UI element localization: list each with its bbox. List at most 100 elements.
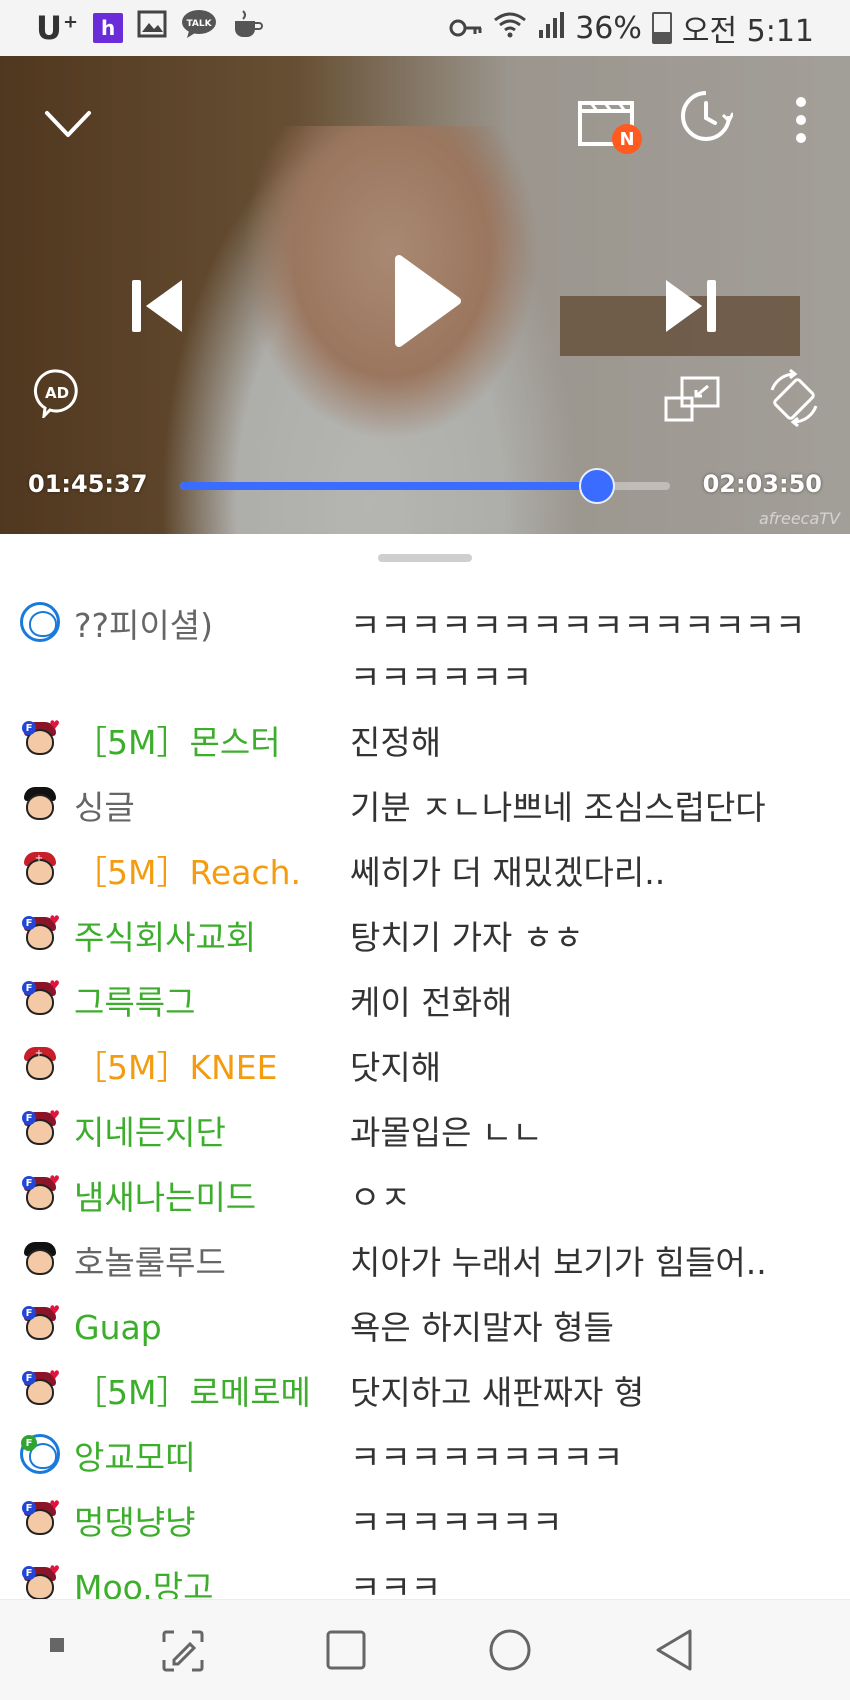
home-icon[interactable] (488, 1628, 532, 1672)
carrier-plus: + (62, 11, 80, 33)
clock-history-icon[interactable] (676, 86, 736, 146)
seek-progress (180, 482, 598, 490)
skip-previous-icon[interactable] (128, 266, 188, 346)
clapperboard-icon[interactable]: N (574, 92, 642, 154)
chat-nickname[interactable]: ［5M］로메로메 (74, 1367, 350, 1419)
total-time: 02:03:50 (702, 470, 822, 498)
chat-message[interactable]: F ♥ ［5M］로메로메 닷지하고 새판짜자 형 (0, 1367, 850, 1419)
chat-list[interactable]: ??피이셜) ㅋㅋㅋㅋㅋㅋㅋㅋㅋㅋㅋㅋㅋㅋㅋㅋㅋㅋㅋㅋㅋ F ♥ ［5M］몬스터 진정해 싱… (0, 600, 850, 1627)
picture-in-picture-icon[interactable] (664, 374, 720, 424)
chat-message-text: 탕치기 가자 ㅎㅎ (350, 918, 584, 957)
watermark-logo: afreecaTV (758, 509, 840, 528)
chat-message-text: 닷지해 (350, 1048, 442, 1087)
current-time: 01:45:37 (28, 470, 148, 498)
chat-nickname[interactable]: ??피이셜) (74, 600, 350, 652)
skip-next-icon[interactable] (660, 266, 720, 346)
capture-edit-icon[interactable] (160, 1628, 206, 1674)
chat-message-text: 욕은 하지말자 형들 (350, 1308, 614, 1347)
chat-nickname[interactable]: 멍댕냥냥 (74, 1497, 350, 1549)
chat-message[interactable]: F ♥ 멍댕냥냥 ㅋㅋㅋㅋㅋㅋㅋ (0, 1497, 850, 1549)
heart-icon: ♥ (49, 1498, 60, 1512)
fan-avatar-icon[interactable]: F ♥ (20, 914, 60, 954)
drag-handle[interactable] (378, 554, 472, 562)
screen-rotate-icon[interactable] (764, 368, 824, 428)
chevron-down-icon[interactable] (40, 96, 96, 152)
fan-avatar-icon[interactable]: F ♥ (20, 1499, 60, 1539)
wifi-icon (493, 10, 527, 46)
gallery-icon (137, 10, 167, 46)
heart-icon: ♥ (49, 1173, 60, 1187)
fan-badge-icon: F (22, 1566, 36, 1580)
heart-icon: ♥ (49, 1368, 60, 1382)
clock: 오전 5:11 (681, 14, 814, 49)
chat-message-text: 기분 ㅈㄴ나쁘네 조심스럽단다 (350, 788, 766, 827)
chat-nickname[interactable]: ［5M］KNEE (74, 1042, 350, 1094)
chat-message[interactable]: F 앙교모띠 ㅋㅋㅋㅋㅋㅋㅋㅋㅋ (0, 1432, 850, 1484)
fan-avatar-icon[interactable]: F ♥ (20, 1369, 60, 1409)
chat-message[interactable]: 싱글 기분 ㅈㄴ나쁘네 조심스럽단다 (0, 782, 850, 834)
dot-icon[interactable] (50, 1638, 64, 1652)
chat-message[interactable]: ??피이셜) ㅋㅋㅋㅋㅋㅋㅋㅋㅋㅋㅋㅋㅋㅋㅋㅋㅋㅋㅋㅋㅋ (0, 600, 850, 704)
avatar-face (26, 794, 54, 820)
fan-badge-icon: F (22, 721, 36, 735)
more-vertical-icon[interactable] (786, 90, 816, 150)
chat-nickname[interactable]: 주식회사교회 (74, 912, 350, 964)
fan-panda-avatar-icon[interactable]: F (20, 1434, 60, 1474)
heart-icon: ♥ (49, 718, 60, 732)
chat-nickname[interactable]: 앙교모띠 (74, 1432, 350, 1484)
battery-percent: 36% (575, 10, 642, 46)
chat-message[interactable]: F ♥ 냄새나는미드 ㅇㅈ (0, 1172, 850, 1224)
chat-message[interactable]: F ♥ 지네든지단 과몰입은 ㄴㄴ (0, 1107, 850, 1159)
chat-message[interactable]: F ♥ 주식회사교회 탕치기 가자 ㅎㅎ (0, 912, 850, 964)
chat-nickname[interactable]: 지네든지단 (74, 1107, 350, 1159)
chat-message[interactable]: + ［5M］KNEE 닷지해 (0, 1042, 850, 1094)
fan-badge-icon: F (21, 1435, 37, 1451)
fan-avatar-icon[interactable]: F ♥ (20, 1304, 60, 1344)
chat-nickname[interactable]: 호놀룰루드 (74, 1237, 350, 1289)
chat-message-text: ㅋㅋㅋㅋㅋㅋㅋ (350, 1503, 563, 1542)
chat-message[interactable]: + ［5M］Reach. 쎄히가 더 재밌겠다리.. (0, 847, 850, 899)
navigation-bar (0, 1599, 850, 1700)
play-icon[interactable] (388, 246, 468, 356)
panda-avatar-icon[interactable] (20, 602, 60, 642)
chat-message[interactable]: F ♥ 그륵륵그 케이 전화해 (0, 977, 850, 1029)
signal-icon (537, 10, 565, 46)
chat-message[interactable]: 호놀룰루드 치아가 누래서 보기가 힘들어.. (0, 1237, 850, 1289)
fan-badge-icon: F (22, 981, 36, 995)
chat-nickname[interactable]: 냄새나는미드 (74, 1172, 350, 1224)
subscriber-badge-icon: + (34, 1047, 44, 1059)
ad-label: AD (45, 384, 69, 402)
fan-badge-icon: F (22, 916, 36, 930)
fan-avatar-icon[interactable]: F ♥ (20, 1174, 60, 1214)
video-player[interactable]: N AD 01:45:37 02:03:50 afreecaTV (0, 56, 850, 534)
chat-nickname[interactable]: ［5M］Reach. (74, 847, 350, 899)
fan-avatar-icon[interactable]: F ♥ (20, 1109, 60, 1149)
svg-text:TALK: TALK (187, 19, 213, 29)
recents-icon[interactable] (326, 1630, 366, 1670)
chat-nickname[interactable]: Guap (74, 1302, 350, 1354)
subscriber-avatar-icon[interactable]: + (20, 849, 60, 889)
fan-badge-icon: F (22, 1501, 36, 1515)
seek-bar[interactable] (180, 468, 670, 504)
chat-nickname[interactable]: ［5M］몬스터 (74, 717, 350, 769)
chat-message[interactable]: F ♥ ［5M］몬스터 진정해 (0, 717, 850, 769)
chat-message[interactable]: F ♥ Guap 욕은 하지말자 형들 (0, 1302, 850, 1354)
fan-badge-icon: F (22, 1111, 36, 1125)
ad-icon[interactable]: AD (32, 368, 82, 418)
cup-icon (231, 9, 264, 47)
chat-nickname[interactable]: 그륵륵그 (74, 977, 350, 1029)
chat-message-text: 쎄히가 더 재밌겠다리.. (350, 853, 666, 892)
fan-avatar-icon[interactable]: F ♥ (20, 979, 60, 1019)
chat-message-text: 진정해 (350, 723, 442, 762)
subscriber-avatar-icon[interactable]: + (20, 1044, 60, 1084)
fan-badge-icon: F (22, 1176, 36, 1190)
key-icon (449, 11, 483, 46)
user-avatar-icon[interactable] (20, 1239, 60, 1279)
user-avatar-icon[interactable] (20, 784, 60, 824)
fan-badge-icon: F (22, 1371, 36, 1385)
back-icon[interactable] (654, 1628, 694, 1672)
chat-nickname[interactable]: 싱글 (74, 782, 350, 834)
fan-avatar-icon[interactable]: F ♥ (20, 1564, 60, 1604)
heart-icon: ♥ (49, 1563, 60, 1577)
fan-avatar-icon[interactable]: F ♥ (20, 719, 60, 759)
